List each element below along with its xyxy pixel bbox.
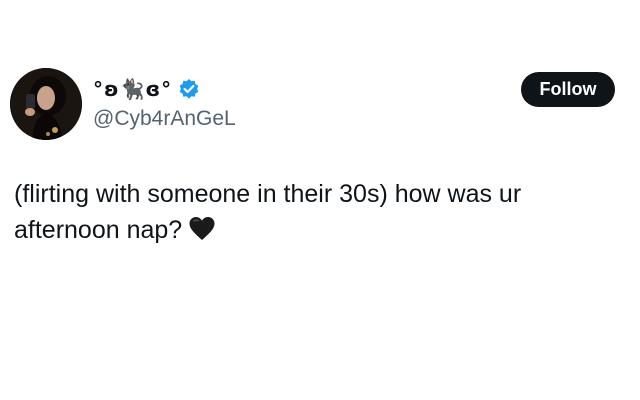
- verified-badge-icon: [179, 79, 199, 99]
- display-name[interactable]: °ʚ🐈‍⬛ɞ°: [93, 77, 172, 101]
- black-heart-icon: [189, 217, 215, 240]
- tweet-text-body: (flirting with someone in their 30s) how…: [14, 180, 522, 244]
- tweet-text: (flirting with someone in their 30s) how…: [14, 176, 614, 248]
- avatar[interactable]: [10, 68, 82, 140]
- name-row: °ʚ🐈‍⬛ɞ°: [93, 74, 200, 104]
- follow-button[interactable]: Follow: [521, 72, 615, 107]
- tweet-card: °ʚ🐈‍⬛ɞ° @Cyb4rAnGeL Follow (flirting wit…: [0, 0, 640, 400]
- user-handle[interactable]: @Cyb4rAnGeL: [93, 107, 236, 131]
